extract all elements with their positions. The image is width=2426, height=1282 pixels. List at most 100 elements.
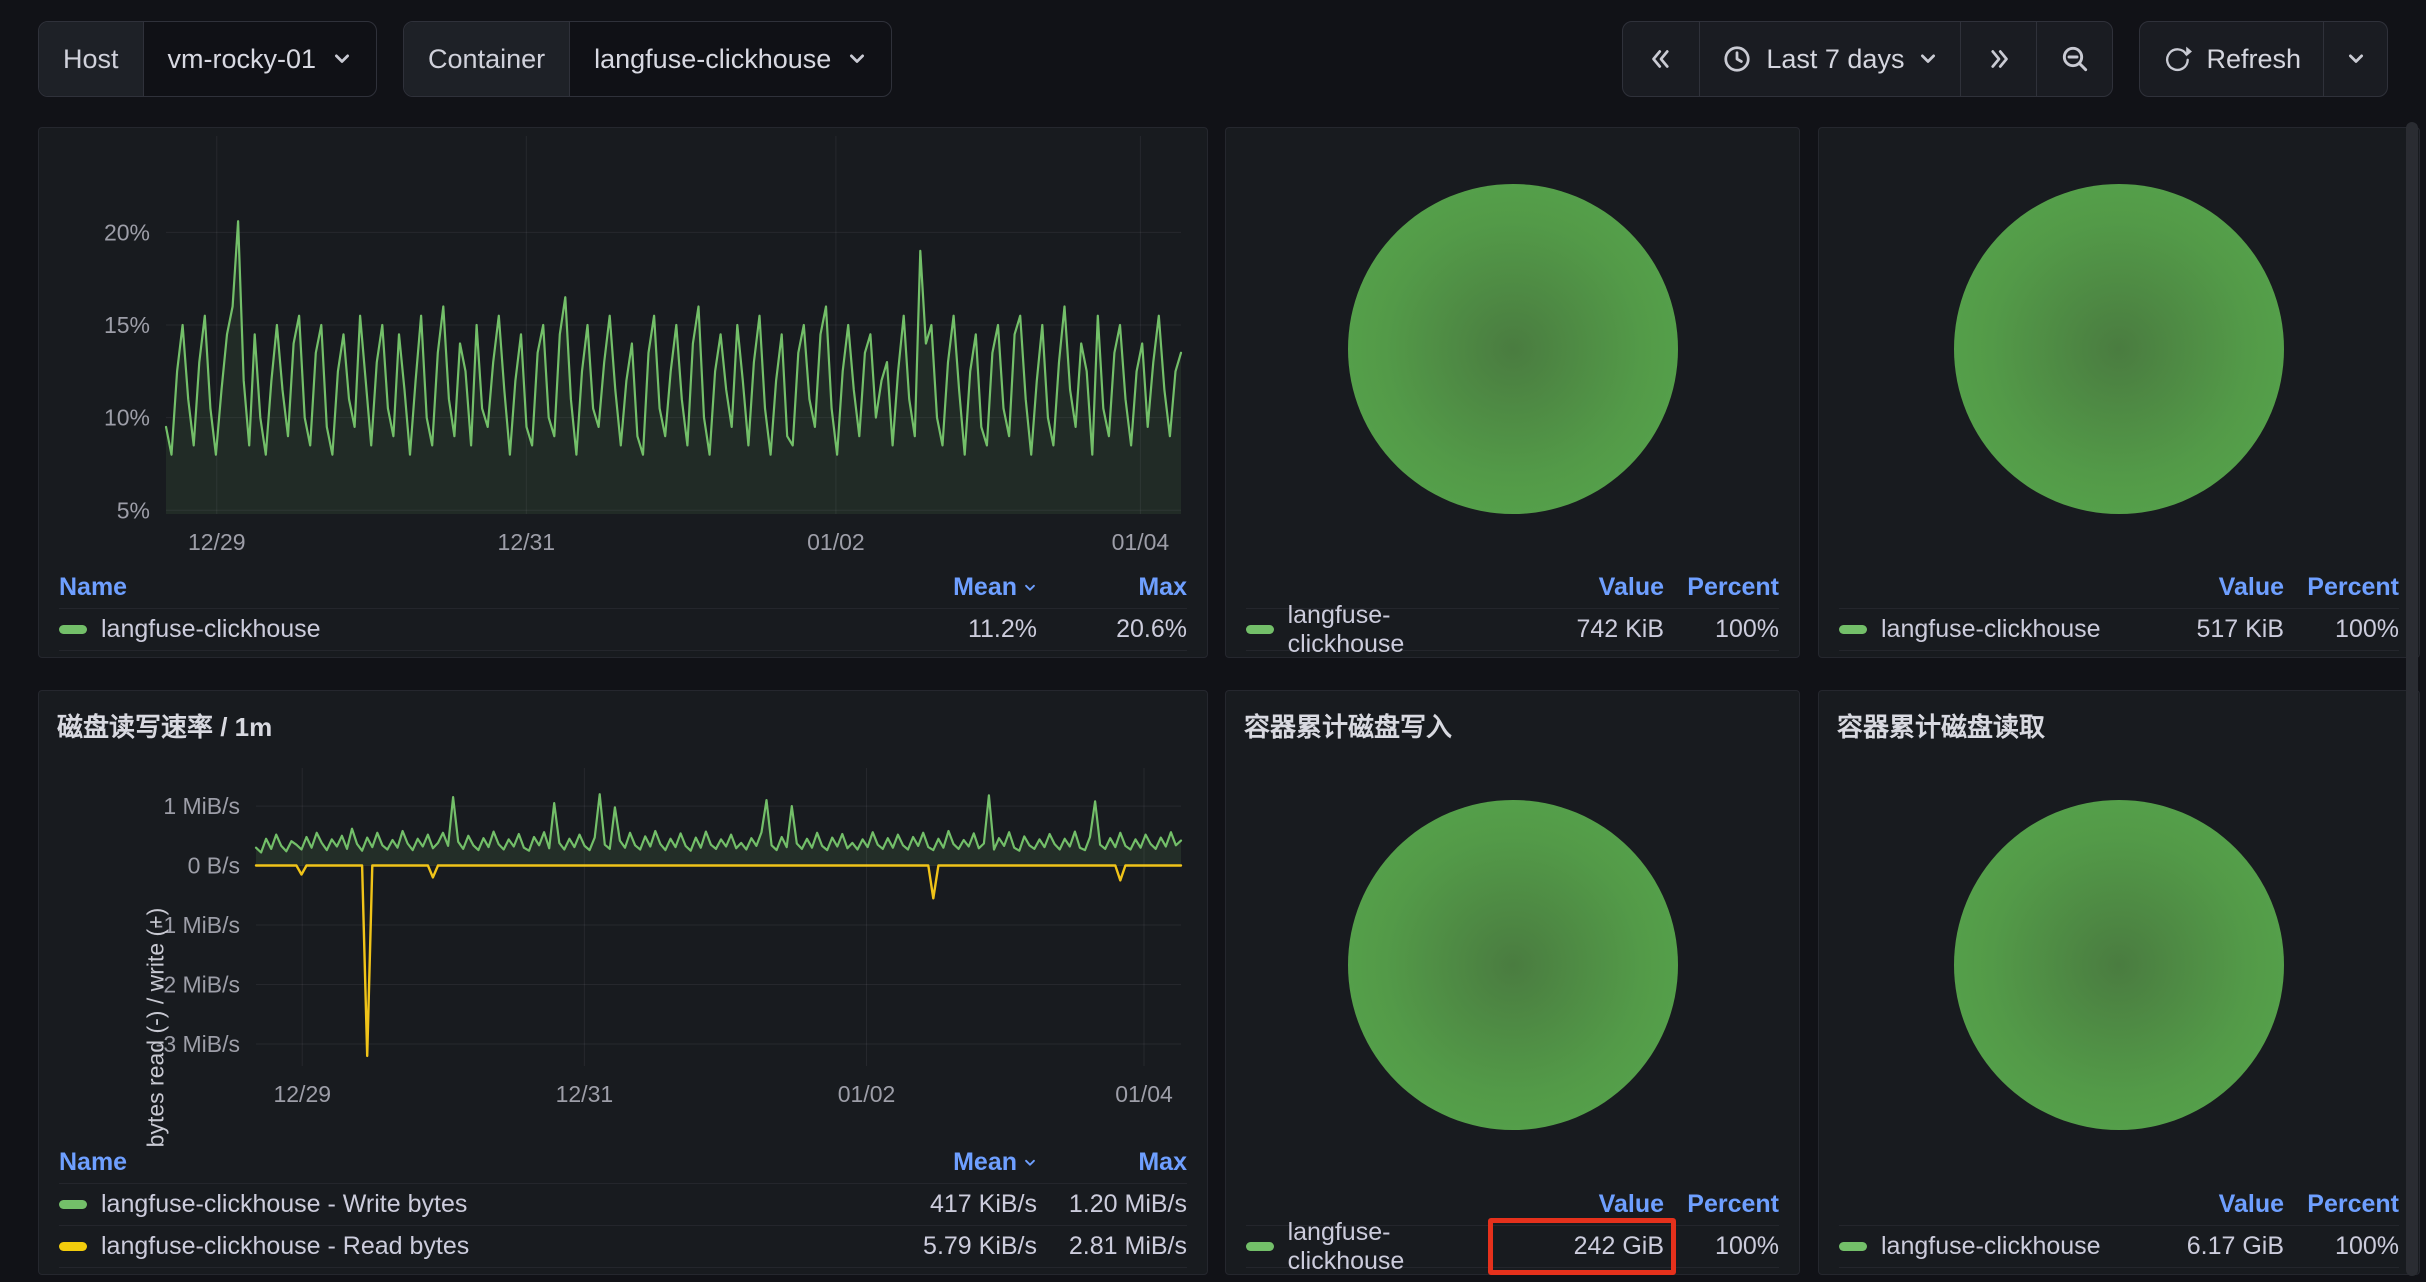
- time-controls: Last 7 days Refresh: [1622, 21, 2388, 97]
- panel-cpu-usage: 12/2912/3101/0201/0420%15%10%5% Name Mea…: [38, 127, 1208, 658]
- legend-header-row: Value Percent: [1839, 1184, 2399, 1226]
- clock-icon: [1722, 44, 1752, 74]
- pie-chart-container: [1242, 136, 1783, 567]
- panel-disk-read-per-sec: Value Percent langfuse-clickhouse 517 Ki…: [1818, 127, 2420, 658]
- pie-legend-table: Value Percent langfuse-clickhouse 242 Gi…: [1242, 1184, 1783, 1268]
- cpu-legend-table: Name Mean Max langfuse-clickhouse 11.2% …: [55, 567, 1191, 651]
- pie-legend-table: Value Percent langfuse-clickhouse 517 Ki…: [1835, 567, 2403, 651]
- panel-disk-write-per-sec: Value Percent langfuse-clickhouse 742 Ki…: [1225, 127, 1800, 658]
- series-mean-value: 11.2%: [867, 615, 1037, 644]
- series-color-pill: [1246, 1242, 1274, 1251]
- pie-legend-table: Value Percent langfuse-clickhouse 742 Ki…: [1242, 567, 1783, 651]
- legend-header-mean[interactable]: Mean: [867, 1148, 1037, 1177]
- refresh-group: Refresh: [2139, 21, 2388, 97]
- legend-header-percent[interactable]: Percent: [1664, 1190, 1779, 1219]
- panel-title[interactable]: 容器累计磁盘写入: [1242, 699, 1783, 754]
- series-name[interactable]: langfuse-clickhouse: [1288, 601, 1504, 659]
- pie-legend-table: Value Percent langfuse-clickhouse 6.17 G…: [1835, 1184, 2403, 1268]
- pie-chart-container: [1835, 754, 2403, 1184]
- container-value-select[interactable]: langfuse-clickhouse: [570, 22, 891, 96]
- time-range-group: Last 7 days: [1622, 21, 2113, 97]
- legend-header-max[interactable]: Max: [1037, 1148, 1187, 1177]
- host-label: Host: [39, 22, 144, 96]
- sort-caret-icon: [1023, 1156, 1037, 1170]
- svg-text:01/02: 01/02: [807, 529, 865, 555]
- time-shift-forward-button[interactable]: [1960, 22, 2036, 96]
- series-name[interactable]: langfuse-clickhouse: [1881, 1232, 2101, 1261]
- time-range-picker[interactable]: Last 7 days: [1699, 22, 1960, 96]
- series-color-pill: [1246, 625, 1274, 634]
- cpu-time-series-chart[interactable]: 12/2912/3101/0201/0420%15%10%5%: [55, 136, 1193, 560]
- refresh-button[interactable]: Refresh: [2140, 22, 2323, 96]
- mean-header-label: Mean: [953, 1148, 1017, 1177]
- container-label: Container: [404, 22, 570, 96]
- series-color-pill: [59, 1242, 87, 1251]
- legend-row: langfuse-clickhouse 11.2% 20.6%: [59, 609, 1187, 651]
- series-color-pill: [59, 1200, 87, 1209]
- legend-header-value[interactable]: Value: [2124, 1190, 2284, 1219]
- svg-text:12/31: 12/31: [556, 1081, 614, 1107]
- panel-disk-read-total: 容器累计磁盘读取 Value Percent langfuse-clickhou…: [1818, 690, 2420, 1275]
- series-percent: 100%: [1664, 1232, 1779, 1261]
- pie-chart: [1348, 184, 1678, 514]
- chevrons-left-icon: [1646, 44, 1676, 74]
- svg-text:01/04: 01/04: [1112, 529, 1170, 555]
- legend-header-percent[interactable]: Percent: [2284, 573, 2399, 602]
- series-value: 6.17 GiB: [2124, 1232, 2284, 1261]
- disk-rate-legend-table: Name Mean Max langfuse-clickhouse - Writ…: [55, 1142, 1191, 1268]
- pie-chart-container: [1242, 754, 1783, 1184]
- series-name[interactable]: langfuse-clickhouse: [101, 615, 321, 644]
- series-max-value: 2.81 MiB/s: [1037, 1232, 1187, 1261]
- pie-chart: [1348, 800, 1678, 1130]
- series-name[interactable]: langfuse-clickhouse - Read bytes: [101, 1232, 469, 1261]
- pie-chart: [1954, 800, 2284, 1130]
- legend-header-max[interactable]: Max: [1037, 573, 1187, 602]
- series-percent: 100%: [2284, 615, 2399, 644]
- series-mean-value: 417 KiB/s: [867, 1190, 1037, 1219]
- series-value-highlighted: 242 GiB: [1504, 1232, 1664, 1261]
- time-shift-back-button[interactable]: [1623, 22, 1699, 96]
- series-value: 242 GiB: [1574, 1232, 1664, 1261]
- legend-header-mean[interactable]: Mean: [867, 573, 1037, 602]
- chevron-down-icon: [1918, 49, 1938, 69]
- series-name[interactable]: langfuse-clickhouse: [1288, 1218, 1504, 1276]
- host-variable-dropdown[interactable]: Host vm-rocky-01: [38, 21, 377, 97]
- series-name[interactable]: langfuse-clickhouse: [1881, 615, 2101, 644]
- series-color-pill: [1839, 1242, 1867, 1251]
- legend-header-value[interactable]: Value: [1504, 1190, 1664, 1219]
- vertical-scrollbar[interactable]: [2406, 122, 2418, 1276]
- zoom-out-button[interactable]: [2036, 22, 2112, 96]
- disk-rate-time-series-chart[interactable]: 12/2912/3101/0201/041 MiB/s0 B/s-1 MiB/s…: [55, 768, 1193, 1110]
- svg-text:12/29: 12/29: [273, 1081, 331, 1107]
- refresh-interval-dropdown[interactable]: [2323, 22, 2387, 96]
- svg-text:01/04: 01/04: [1115, 1081, 1173, 1107]
- pie-chart-container: [1835, 136, 2403, 567]
- container-variable-dropdown[interactable]: Container langfuse-clickhouse: [403, 21, 892, 97]
- mean-header-label: Mean: [953, 573, 1017, 602]
- series-value: 742 KiB: [1504, 615, 1664, 644]
- legend-header-name[interactable]: Name: [59, 573, 867, 602]
- series-name[interactable]: langfuse-clickhouse - Write bytes: [101, 1190, 467, 1219]
- pie-chart: [1954, 184, 2284, 514]
- legend-header-percent[interactable]: Percent: [1664, 573, 1779, 602]
- legend-row: langfuse-clickhouse 6.17 GiB 100%: [1839, 1226, 2399, 1268]
- legend-row: langfuse-clickhouse 742 KiB 100%: [1246, 609, 1779, 651]
- legend-header-value[interactable]: Value: [1504, 573, 1664, 602]
- chevron-down-icon: [332, 49, 352, 69]
- host-value: vm-rocky-01: [168, 44, 317, 75]
- y-axis-label: bytes read (-) / write (+): [143, 863, 170, 1193]
- legend-header-percent[interactable]: Percent: [2284, 1190, 2399, 1219]
- svg-text:12/31: 12/31: [498, 529, 556, 555]
- series-max-value: 20.6%: [1037, 615, 1187, 644]
- svg-text:15%: 15%: [104, 312, 150, 338]
- refresh-label: Refresh: [2206, 44, 2301, 75]
- host-value-select[interactable]: vm-rocky-01: [144, 22, 377, 96]
- legend-header-value[interactable]: Value: [2124, 573, 2284, 602]
- chevron-down-icon: [2346, 49, 2366, 69]
- panel-title[interactable]: 容器累计磁盘读取: [1835, 699, 2403, 754]
- legend-header-name[interactable]: Name: [59, 1148, 867, 1177]
- panel-disk-write-total: 容器累计磁盘写入 Value Percent langfuse-clickhou…: [1225, 690, 1800, 1275]
- series-percent: 100%: [2284, 1232, 2399, 1261]
- panel-title[interactable]: 磁盘读写速率 / 1m: [55, 699, 1191, 754]
- legend-header-row: Name Mean Max: [59, 567, 1187, 609]
